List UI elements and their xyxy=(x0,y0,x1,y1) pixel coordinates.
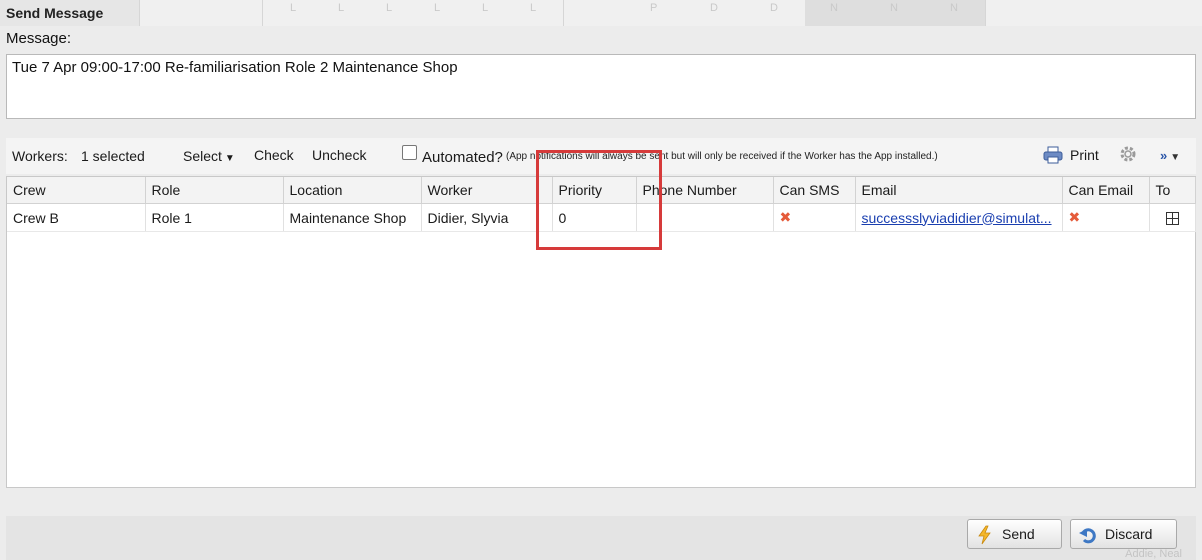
workers-toolbar: Workers: 1 selected Select ▼ Check Unchec… xyxy=(6,138,1196,174)
bg-letter: L xyxy=(482,2,489,14)
more-menu-icon[interactable]: » ▼ xyxy=(1160,148,1180,163)
workers-table: Crew Role Location Worker Priority Phone… xyxy=(7,177,1196,232)
column-header-email[interactable]: Email xyxy=(855,177,1063,204)
cross-icon: ✖ xyxy=(779,209,792,225)
cell-worker: Didier, Slyvia xyxy=(421,203,553,232)
email-link[interactable]: successslyviadidier@simulat... xyxy=(862,210,1052,226)
check-button[interactable]: Check xyxy=(254,147,294,163)
cell-role: Role 1 xyxy=(145,203,284,232)
cross-icon: ✖ xyxy=(1068,209,1081,225)
column-header-crew[interactable]: Crew xyxy=(7,177,146,204)
gear-icon[interactable] xyxy=(1118,144,1138,164)
table-row[interactable]: Crew B Role 1 Maintenance Shop Didier, S… xyxy=(7,203,1196,232)
bg-letter: P xyxy=(650,2,658,14)
message-textarea[interactable]: Tue 7 Apr 09:00-17:00 Re-familiarisation… xyxy=(6,54,1196,119)
dialog-title: Send Message xyxy=(0,0,139,26)
cell-can-sms: ✖ xyxy=(773,203,856,232)
cell-can-email: ✖ xyxy=(1062,203,1150,232)
cell-priority[interactable]: 0 xyxy=(552,203,637,232)
automated-checkbox[interactable] xyxy=(402,145,417,160)
cell-crew: Crew B xyxy=(7,203,146,232)
column-header-worker[interactable]: Worker xyxy=(421,177,553,204)
automated-note: (App notifications will always be sent b… xyxy=(506,151,938,162)
bg-letter: L xyxy=(386,2,393,14)
select-menu-button[interactable]: Select ▼ xyxy=(183,148,235,164)
send-label: Send xyxy=(1002,526,1035,542)
column-header-phone[interactable]: Phone Number xyxy=(636,177,774,204)
selected-count: 1 selected xyxy=(81,148,145,164)
table-header-row: Crew Role Location Worker Priority Phone… xyxy=(7,177,1196,204)
column-header-role[interactable]: Role xyxy=(145,177,284,204)
printer-icon[interactable] xyxy=(1043,146,1063,164)
background-worker-name: Addie, Neal xyxy=(1125,548,1182,560)
column-header-can-email[interactable]: Can Email xyxy=(1062,177,1150,204)
lightning-icon xyxy=(978,525,991,545)
column-header-to[interactable]: To xyxy=(1149,177,1196,204)
undo-icon xyxy=(1079,528,1096,544)
bg-letter: N xyxy=(830,2,838,14)
automated-label: Automated? xyxy=(422,149,503,166)
message-label: Message: xyxy=(6,30,72,47)
bg-letter: L xyxy=(530,2,537,14)
background-schedule-strip: L L L L L L P D D N N N xyxy=(0,0,1202,26)
column-header-can-sms[interactable]: Can SMS xyxy=(773,177,856,204)
uncheck-button[interactable]: Uncheck xyxy=(312,147,366,163)
workers-grid: Crew Role Location Worker Priority Phone… xyxy=(6,176,1196,488)
cell-phone[interactable] xyxy=(636,203,774,232)
grid-icon[interactable] xyxy=(1165,212,1179,226)
send-button[interactable]: Send xyxy=(967,519,1062,549)
workers-label: Workers: xyxy=(12,148,68,164)
bg-letter: D xyxy=(710,2,718,14)
bg-letter: L xyxy=(434,2,441,14)
caret-down-icon: ▼ xyxy=(224,153,235,164)
cell-location: Maintenance Shop xyxy=(283,203,422,232)
cell-to xyxy=(1149,203,1196,232)
bg-letter: L xyxy=(290,2,297,14)
discard-button[interactable]: Discard xyxy=(1070,519,1177,549)
bg-letter: N xyxy=(890,2,898,14)
bg-letter: D xyxy=(770,2,778,14)
bg-letter: L xyxy=(338,2,345,14)
column-header-location[interactable]: Location xyxy=(283,177,422,204)
column-header-priority[interactable]: Priority xyxy=(552,177,637,204)
dialog-footer: Send Discard Addie, Neal xyxy=(6,516,1196,560)
bg-letter: N xyxy=(950,2,958,14)
cell-email: successslyviadidier@simulat... xyxy=(855,203,1063,232)
select-label: Select xyxy=(183,148,222,164)
discard-label: Discard xyxy=(1105,526,1153,542)
print-button[interactable]: Print xyxy=(1070,147,1099,163)
